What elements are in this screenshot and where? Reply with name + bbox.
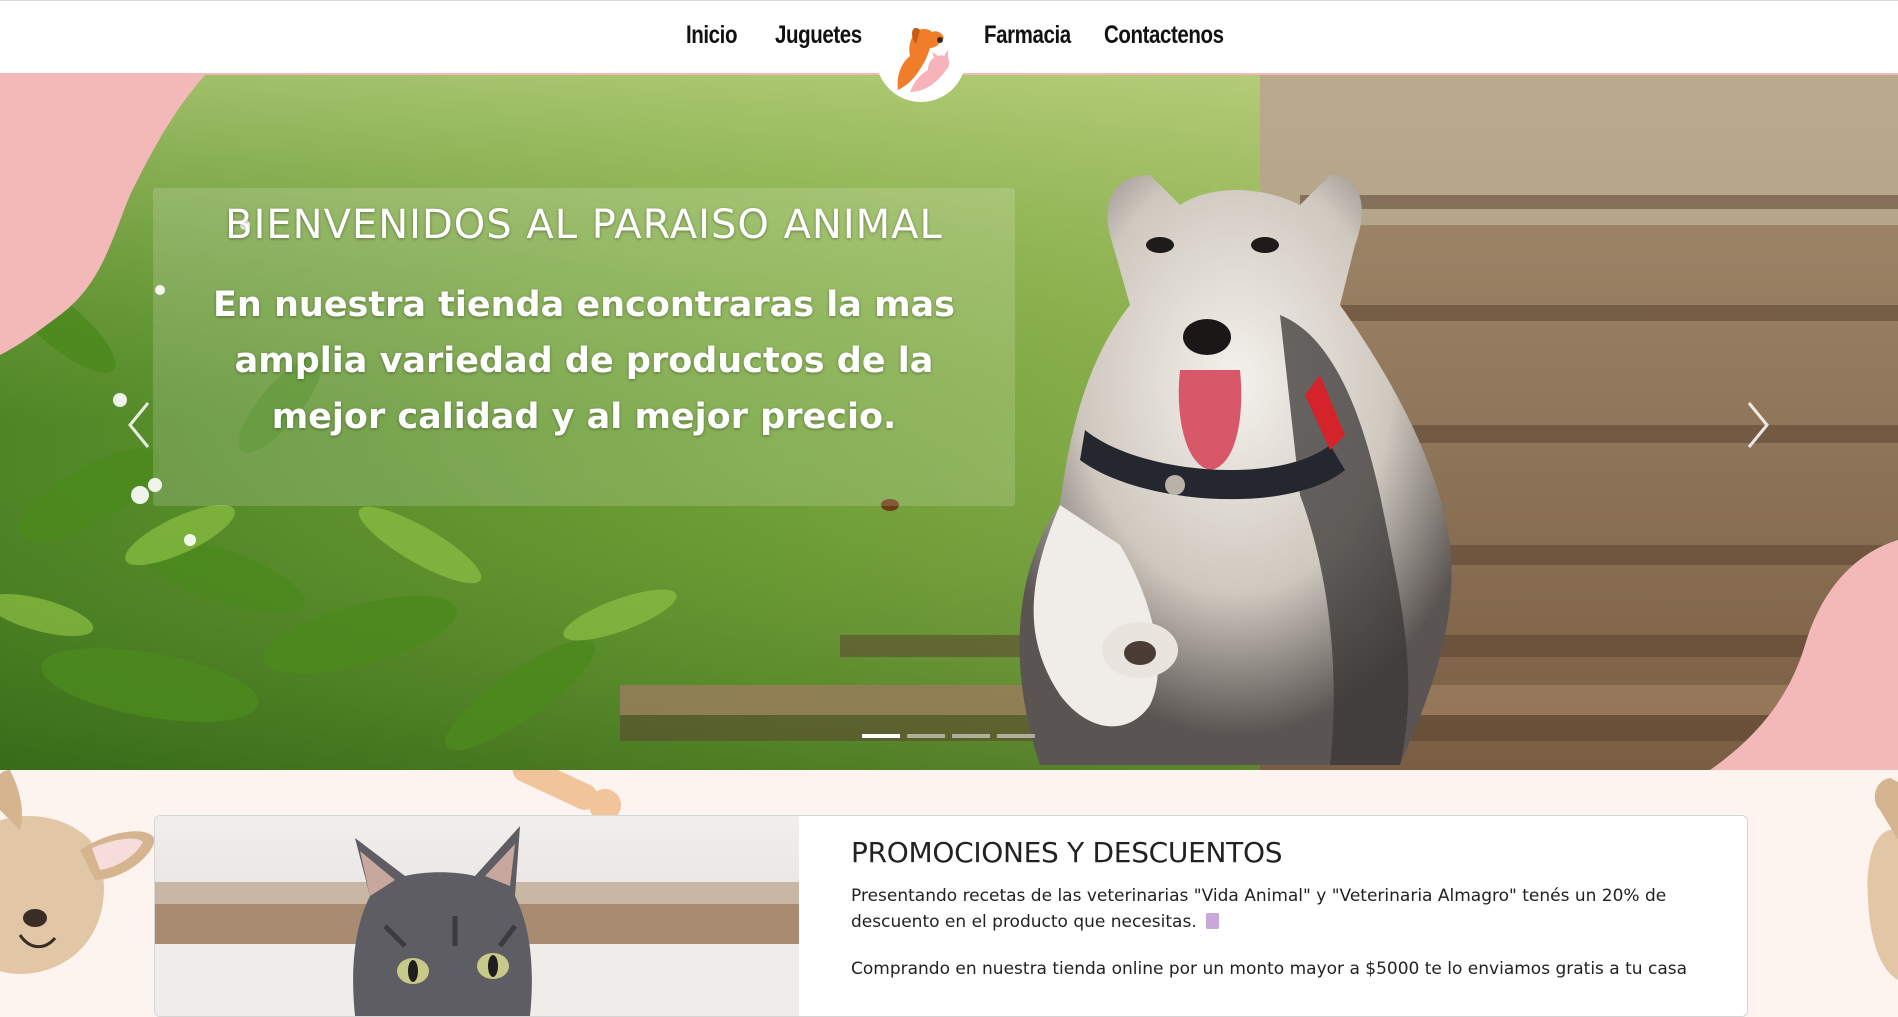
- chevron-right-icon: [1747, 402, 1769, 448]
- nav-link-inicio[interactable]: Inicio: [686, 21, 737, 50]
- carousel-indicator-1[interactable]: [862, 734, 900, 738]
- promo-paragraph-2: Comprando en nuestra tienda online por u…: [851, 959, 1688, 979]
- hero-title: BIENVENIDOS AL PARAISO ANIMAL: [225, 202, 943, 248]
- hero-text: En nuestra tienda encontraras la mas amp…: [212, 285, 956, 437]
- logo[interactable]: [876, 20, 966, 102]
- bone-icon: [512, 770, 621, 821]
- nav-link-contactenos[interactable]: Contactenos: [1104, 21, 1224, 50]
- carousel-indicator-3[interactable]: [952, 734, 990, 738]
- hero-carousel: BIENVENIDOS AL PARAISO ANIMAL En nuestra…: [0, 75, 1898, 770]
- promo-paragraph-1: Presentando recetas de las veterinarias …: [851, 886, 1667, 932]
- nav-link-juguetes[interactable]: Juguetes: [775, 21, 862, 50]
- prescription-icon: [1206, 913, 1220, 929]
- dog-cat-logo-icon: [897, 27, 950, 92]
- chevron-left-icon: [128, 402, 150, 448]
- nav-link-farmacia[interactable]: Farmacia: [984, 21, 1071, 50]
- promo-card: PROMOCIONES Y DESCUENTOS Presentando rec…: [154, 815, 1748, 1017]
- carousel-indicator-2[interactable]: [907, 734, 945, 738]
- carousel-indicator-4[interactable]: [997, 734, 1035, 738]
- cat-photo: [155, 816, 799, 1016]
- promo-title: PROMOCIONES Y DESCUENTOS: [851, 836, 1283, 869]
- carousel-prev-button[interactable]: [118, 395, 162, 455]
- carousel-next-button[interactable]: [1735, 395, 1779, 455]
- dog-face-left-icon: [0, 770, 155, 974]
- dog-face-right-icon: [1867, 778, 1898, 980]
